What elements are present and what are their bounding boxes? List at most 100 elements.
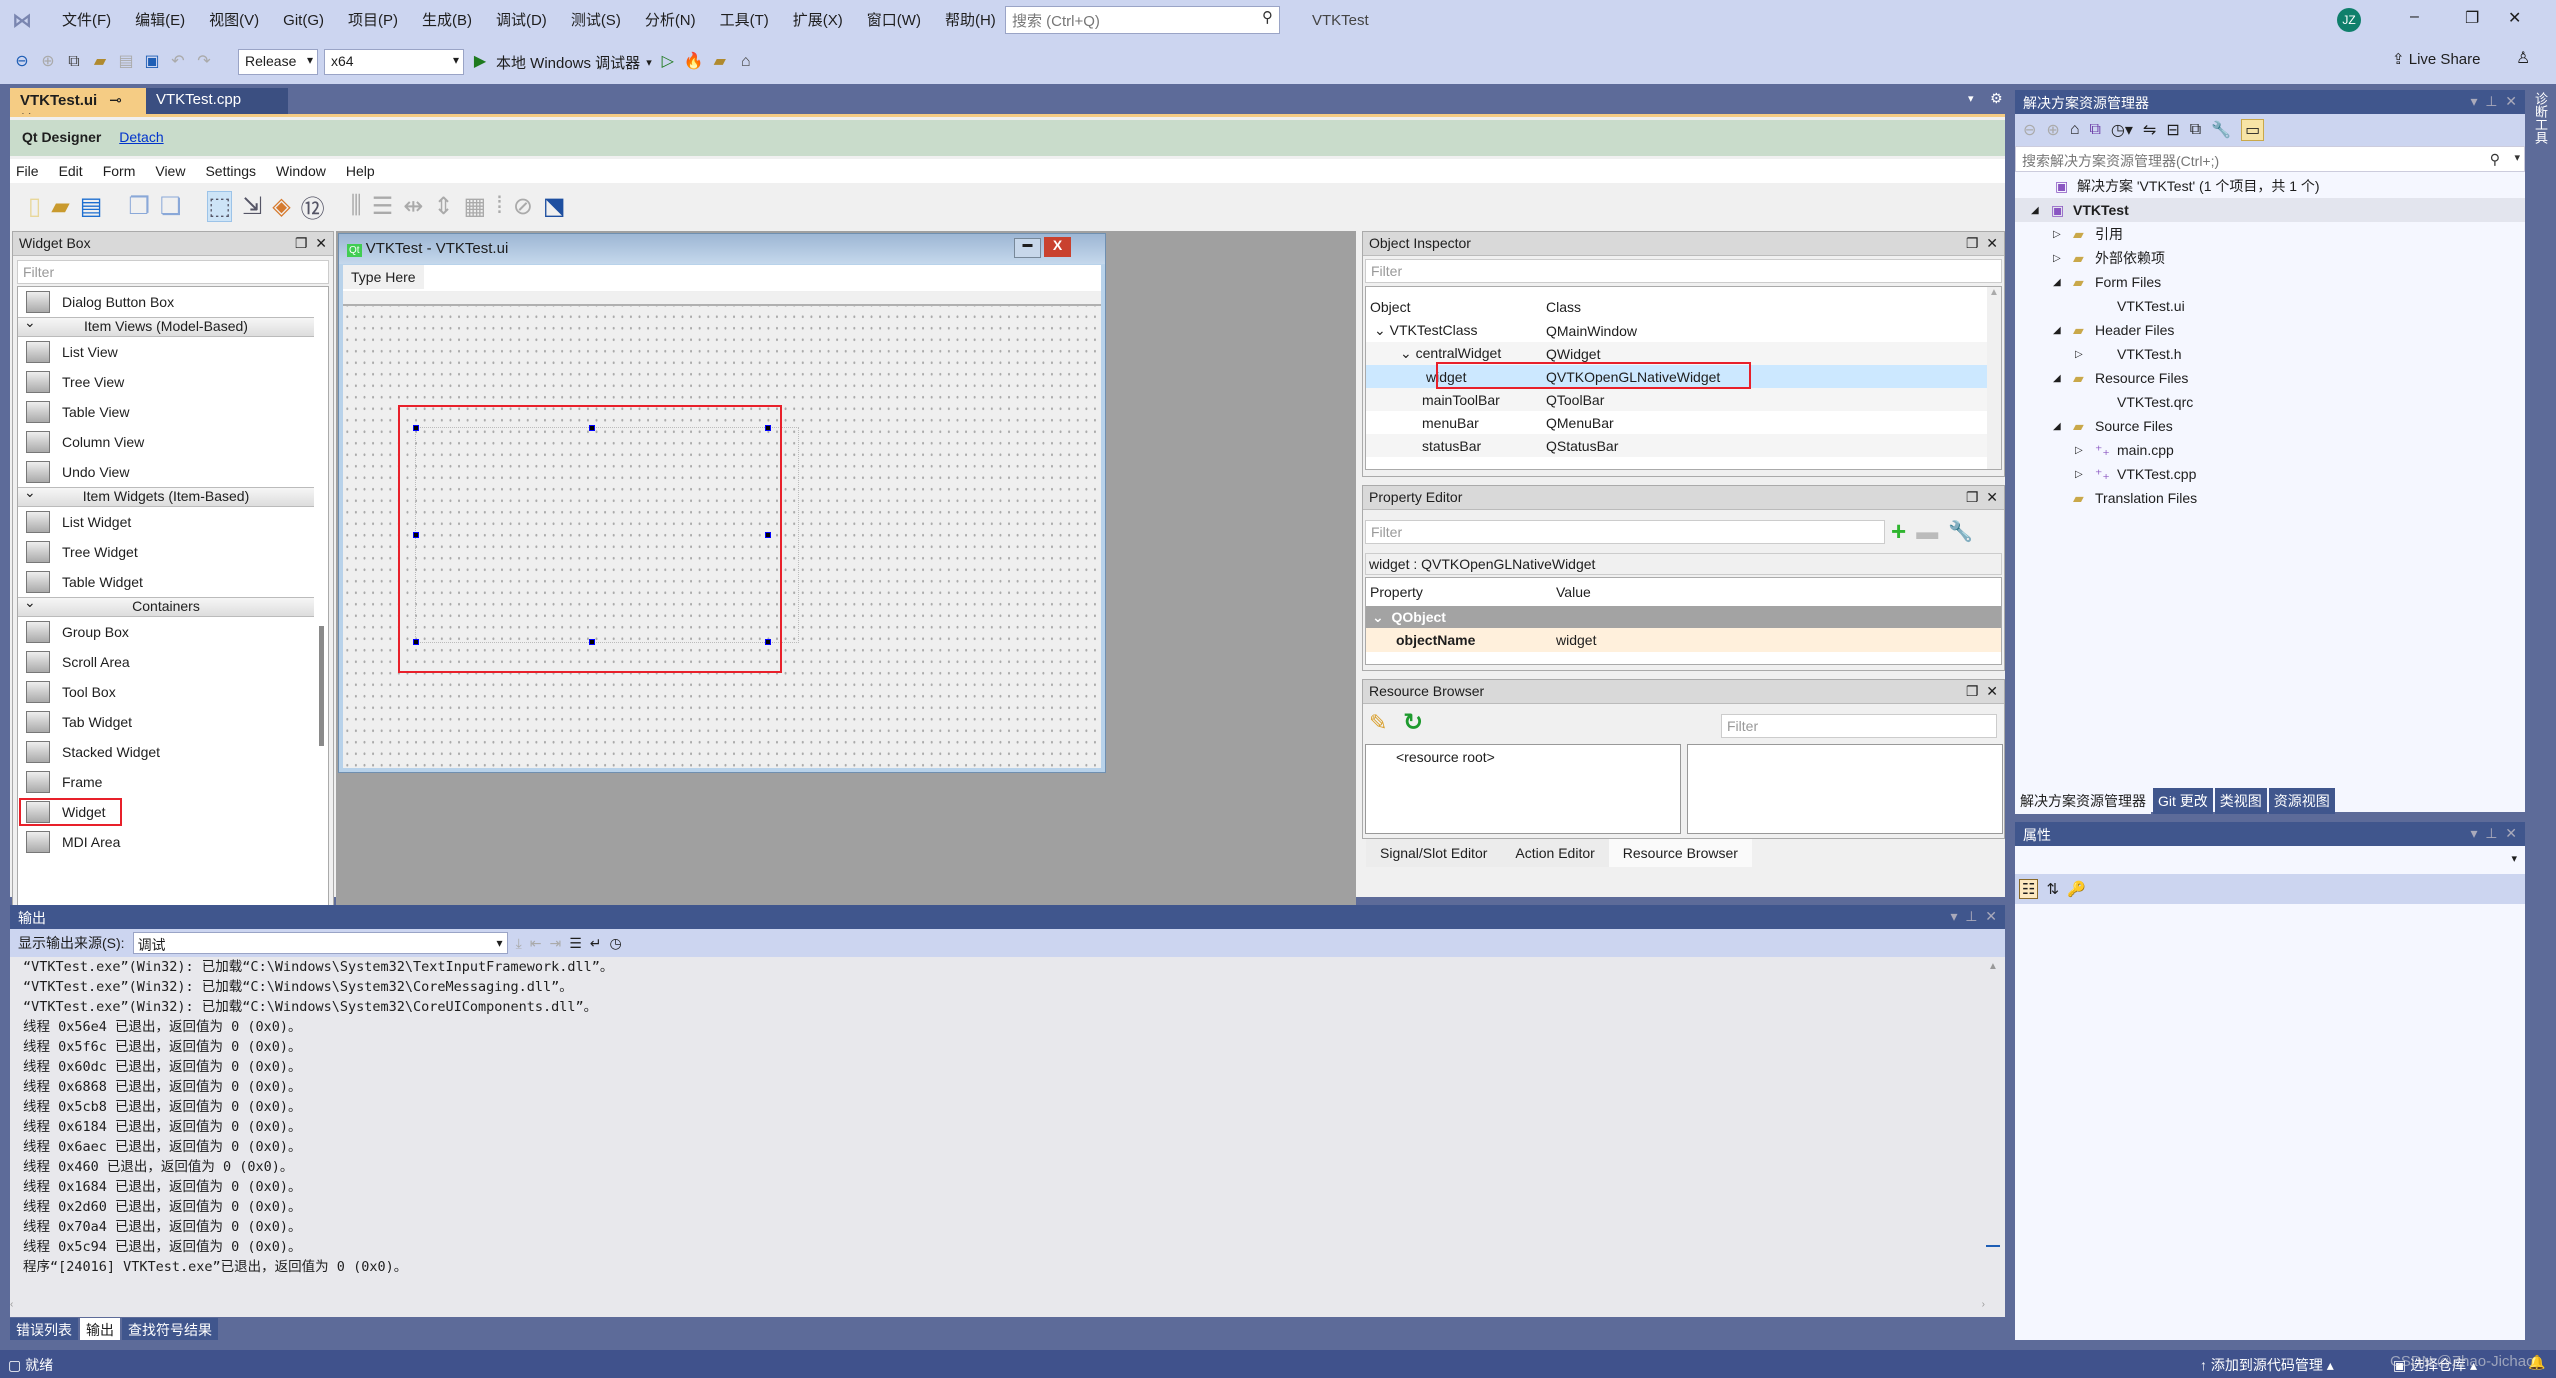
widget-item[interactable]: Table View (18, 397, 314, 427)
menu-item[interactable]: Git(G) (271, 8, 336, 34)
save-icon[interactable]: ▤ (116, 52, 136, 72)
configure-icon[interactable]: 🔧 (1948, 519, 1973, 544)
solution-tree-item[interactable]: ▷ ⁺₊ VTKTest.cpp (2015, 462, 2525, 486)
property-filter-input[interactable]: Filter (1365, 519, 1885, 544)
widget-item[interactable]: MDI Area (18, 827, 314, 857)
widget-item[interactable]: Undo View (18, 457, 314, 487)
float-icon[interactable]: ❐ (1966, 489, 1979, 505)
alphabetical-icon[interactable]: ⇅ (2046, 880, 2059, 898)
close-button[interactable]: ✕ (2508, 8, 2521, 28)
find-in-files-icon[interactable]: ▰ (710, 52, 730, 72)
run-without-debug-icon[interactable]: ▷ (658, 52, 678, 72)
sync-icon[interactable]: ⇋ (2143, 120, 2156, 140)
scroll-thumb[interactable] (1986, 1227, 2000, 1247)
expand-arrow-icon[interactable]: ▷ (2075, 469, 2095, 480)
layout-v-splitter-icon[interactable]: ⇕ (433, 192, 453, 221)
property-row[interactable]: objectName widget (1366, 628, 2001, 652)
expand-arrow-icon[interactable]: ▷ (2075, 445, 2095, 456)
property-value[interactable]: widget (1556, 632, 1596, 648)
feedback-icon[interactable]: ♙ (2516, 48, 2530, 68)
output-bottom-tab[interactable]: 错误列表 (10, 1318, 78, 1340)
solution-tree-item[interactable]: ▷ VTKTest.h (2015, 342, 2525, 366)
run-debugger-button[interactable]: 本地 Windows 调试器 (496, 52, 640, 73)
property-pages-icon[interactable]: 🔑 (2067, 880, 2086, 898)
switch-view-icon[interactable]: ⧉ (2089, 121, 2100, 139)
menu-item[interactable]: 生成(B) (410, 8, 484, 34)
menu-item[interactable]: 分析(N) (633, 8, 708, 34)
designer-menu-item[interactable]: Form (103, 163, 136, 179)
goto-line-icon[interactable]: ⤓ (516, 935, 522, 952)
solution-tree-item[interactable]: ▰ Translation Files (2015, 486, 2525, 510)
layout-icon[interactable]: ⌂ (736, 52, 756, 72)
menu-item[interactable]: 文件(F) (50, 8, 123, 34)
widget-item[interactable]: Widget (18, 797, 123, 827)
col-value[interactable]: Value (1556, 584, 1591, 600)
menu-item[interactable]: 测试(S) (559, 8, 633, 34)
edit-resources-icon[interactable]: ✎ (1369, 710, 1387, 736)
send-to-back-icon[interactable]: ❐ (128, 192, 150, 221)
widget-item[interactable]: Tree View (18, 367, 314, 397)
search-options-icon[interactable]: ▾ (2514, 151, 2520, 164)
menu-item[interactable]: 窗口(W) (855, 8, 933, 34)
widget-item[interactable]: Dialog Button Box (18, 287, 314, 317)
col-object[interactable]: Object (1366, 299, 1546, 315)
solution-tree-item[interactable]: ◢ ▰ Resource Files (2015, 366, 2525, 390)
edit-widgets-icon[interactable]: ⬚ (207, 190, 233, 222)
new-project-icon[interactable]: ⧉ (64, 52, 84, 72)
solution-tab[interactable]: Git 更改 (2153, 788, 2213, 814)
add-source-control-button[interactable]: ↑ 添加到源代码管理 ▴ (2200, 1355, 2334, 1375)
dock-tab[interactable]: Signal/Slot Editor (1366, 839, 1502, 867)
platform-select[interactable]: x64 (324, 49, 464, 75)
menu-item[interactable]: 视图(V) (197, 8, 271, 34)
back-icon[interactable]: ⊖ (12, 52, 32, 72)
close-icon[interactable]: ✕ (1986, 489, 1998, 505)
properties-object-select[interactable]: ▾ (2015, 846, 2525, 874)
tab-vtktest-cpp[interactable]: VTKTest.cpp (146, 88, 288, 114)
layout-form-icon[interactable]: ⁞ (496, 192, 503, 220)
edit-signals-icon[interactable]: ⇲ (242, 192, 262, 221)
float-icon[interactable]: ❐ (1966, 683, 1979, 699)
widget-item[interactable]: Frame (18, 767, 314, 797)
run-icon[interactable]: ▶ (470, 52, 490, 72)
solution-tree-item[interactable]: ▣ 解决方案 'VTKTest' (1 个项目，共 1 个) (2015, 174, 2525, 198)
widget-item[interactable]: Table Widget (18, 567, 314, 597)
menu-item[interactable]: 扩展(X) (781, 8, 855, 34)
expand-arrow-icon[interactable]: ◢ (2031, 205, 2051, 216)
back-icon[interactable]: ⊖ (2023, 120, 2036, 140)
widget-item[interactable]: List Widget (18, 507, 314, 537)
object-row[interactable]: menuBar QMenuBar (1366, 411, 2001, 434)
menu-item[interactable]: 项目(P) (336, 8, 410, 34)
layout-vertical-icon[interactable]: ☰ (372, 192, 394, 221)
layout-h-splitter-icon[interactable]: ⇹ (403, 192, 423, 221)
layout-horizontal-icon[interactable]: ⫼ (351, 192, 362, 220)
solution-search-input[interactable]: 搜索解决方案资源管理器(Ctrl+;) ⚲ ▾ (2015, 146, 2525, 172)
float-icon[interactable]: ❐ (295, 235, 308, 251)
pin-icon[interactable]: ⊥ (1965, 908, 1977, 924)
close-icon[interactable]: ✕ (1986, 683, 1998, 699)
save-all-icon[interactable]: ▣ (142, 52, 162, 72)
detach-link[interactable]: Detach (119, 129, 163, 145)
output-bottom-tab[interactable]: 查找符号结果 (122, 1318, 218, 1340)
edit-buddies-icon[interactable]: ◈ (272, 192, 290, 221)
next-message-icon[interactable]: ⇥ (550, 935, 562, 952)
doc-settings-icon[interactable]: ⚙ (1990, 90, 2003, 107)
undo-icon[interactable]: ↶ (168, 52, 188, 72)
solution-tree-item[interactable]: ◢ ▰ Source Files (2015, 414, 2525, 438)
properties-icon[interactable]: 🔧 (2211, 120, 2231, 140)
resource-root[interactable]: <resource root> (1396, 749, 1495, 765)
minimize-button[interactable]: – (2410, 8, 2419, 26)
solution-tree-item[interactable]: ◢ ▰ Header Files (2015, 318, 2525, 342)
object-filter-input[interactable]: Filter (1365, 259, 2002, 283)
dropdown-icon[interactable]: ▾ (2470, 825, 2477, 841)
col-property[interactable]: Property (1366, 584, 1556, 600)
dock-tab[interactable]: Resource Browser (1608, 839, 1752, 867)
pending-changes-icon[interactable]: ◷▾ (2111, 120, 2133, 140)
open-form-icon[interactable]: ▰ (51, 192, 69, 221)
widget-category[interactable]: Containers (18, 594, 314, 617)
resource-files[interactable] (1687, 744, 2003, 834)
break-layout-icon[interactable]: ⊘ (513, 192, 533, 221)
solution-tree-item[interactable]: ▷ ▰ 外部依赖项 (2015, 246, 2525, 270)
dock-tab[interactable]: Action Editor (1501, 839, 1609, 867)
open-icon[interactable]: ▰ (90, 52, 110, 72)
close-icon[interactable]: ✕ (1986, 235, 1998, 251)
